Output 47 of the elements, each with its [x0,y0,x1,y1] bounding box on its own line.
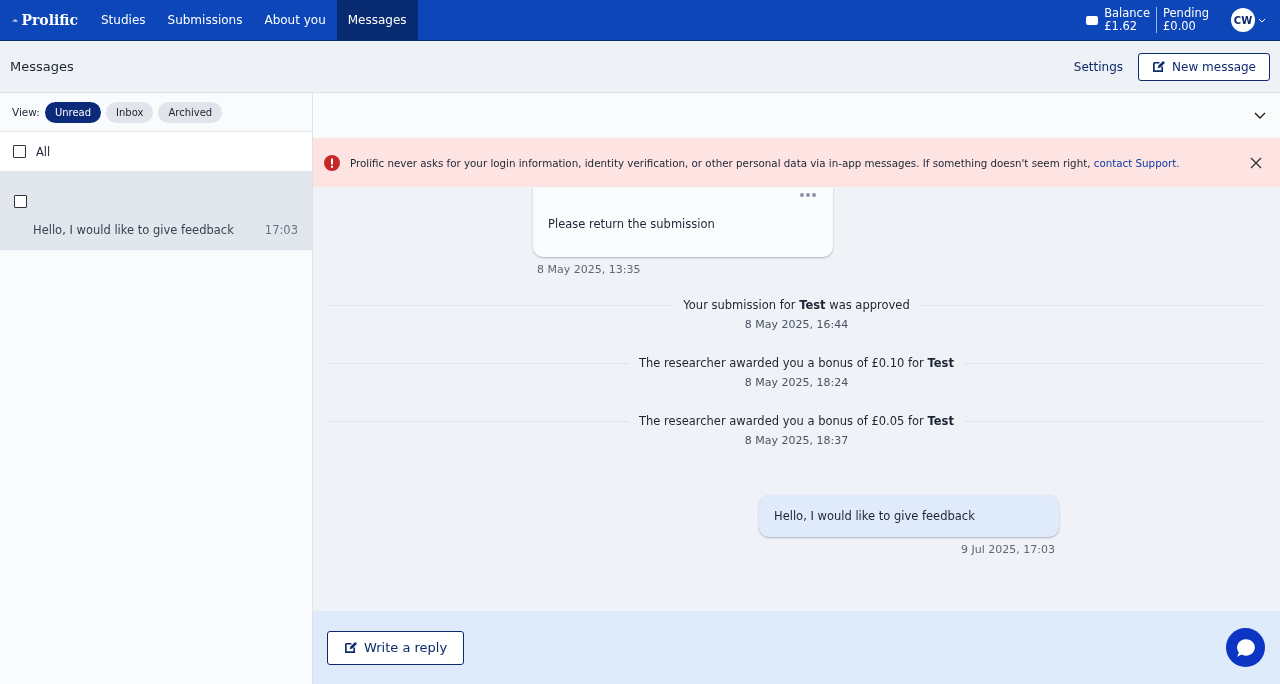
alert-icon [324,154,340,171]
page-title: Messages [10,59,74,74]
pending-value: £0.00 [1163,20,1196,33]
event-text: Your submission for Test was approved [683,298,910,312]
contact-support-link[interactable]: contact Support. [1093,156,1180,169]
view-filter-tab[interactable]: Inbox [106,101,154,123]
balance-label: Balance [1104,7,1150,20]
message-text: Please return the submission [548,217,716,231]
event-time: 8 May 2025, 18:37 [743,434,850,447]
nav-tab[interactable]: About you [253,0,337,40]
thread-time: 17:03 [264,223,298,237]
avatar[interactable]: CW [1231,8,1255,32]
message-time: 8 May 2025, 13:35 [537,263,642,276]
write-reply-button[interactable]: Write a reply [327,630,465,665]
logo-text: Prolific [21,12,78,28]
warning-text: Prolific never asks for your login information, identity verification, or other personal data via in-app messages. If something doesn't seem right, contact Support. [350,156,1181,169]
settings-link[interactable]: Settings [1073,59,1124,74]
message-time: 9 Jul 2025, 17:03 [960,543,1055,556]
message-thread[interactable]: Hello, I would like to give feedback 17:03 [0,171,312,250]
pending-label: Pending [1163,7,1209,20]
chevron-down-icon[interactable] [1254,112,1266,119]
nav-tab[interactable]: Messages [336,0,418,40]
message-bubble: Hello, I would like to give feedback [759,495,1059,537]
event-time: 8 May 2025, 18:24 [743,376,850,389]
chat-bubble-icon [1234,636,1257,659]
event-text: The researcher awarded you a bonus of £0.10 for Test [639,356,954,370]
view-filter-tab[interactable]: Unread [44,101,102,123]
edit-icon [344,641,357,654]
more-icon[interactable] [800,193,816,197]
close-icon[interactable] [1250,156,1262,169]
select-all-label: All [36,144,51,159]
nav-tab[interactable]: Studies [90,0,157,40]
select-all-checkbox[interactable] [13,145,26,158]
edit-icon [1152,60,1166,73]
wallet-icon [1086,15,1099,25]
new-message-button[interactable]: New message [1138,52,1270,81]
nav-tab[interactable]: Submissions [156,0,254,40]
event-time: 8 May 2025, 16:44 [743,318,850,331]
event-text: The researcher awarded you a bonus of £0.05 for Test [639,414,954,428]
chat-button[interactable] [1226,628,1265,667]
thread-checkbox[interactable] [14,195,27,208]
view-label: View: [12,106,40,118]
thread-preview: Hello, I would like to give feedback [33,223,234,237]
logo[interactable]: Prolific [0,12,90,28]
view-filter-tab[interactable]: Archived [158,101,223,123]
balance-value: £1.62 [1104,20,1139,33]
caret-icon[interactable] [1258,17,1266,23]
